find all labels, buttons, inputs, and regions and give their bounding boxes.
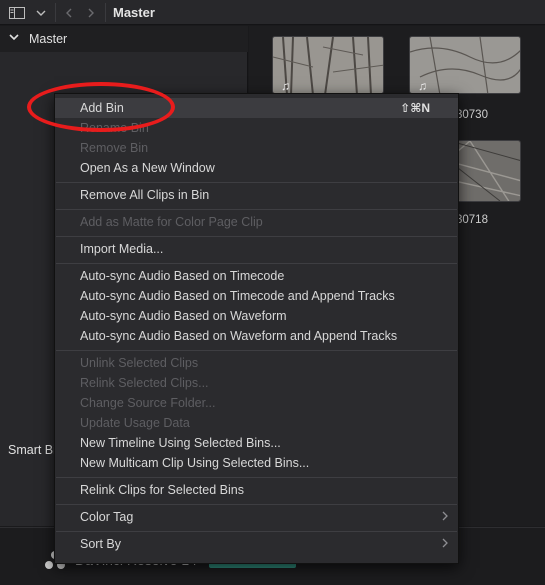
chevron-right-icon [88, 8, 94, 17]
forward-button[interactable] [82, 0, 100, 25]
clip-thumbnail[interactable]: ♫ [272, 36, 384, 94]
menu-item-label: Sort By [80, 537, 121, 551]
panel-toggle-button[interactable] [5, 0, 29, 25]
panel-dropdown-button[interactable] [32, 0, 50, 25]
menu-item-relink-selected-clips[interactable]: Relink Selected Clips... [55, 373, 458, 393]
bin-context-menu: Add Bin ⇧⌘N Rename Bin Remove Bin Open A… [54, 93, 459, 564]
menu-separator [56, 209, 457, 210]
chevron-down-icon [9, 34, 19, 41]
menu-item-remove-bin[interactable]: Remove Bin [55, 138, 458, 158]
menu-item-shortcut: ⇧⌘N [400, 101, 430, 115]
smart-bins-label[interactable]: Smart Bi [8, 443, 56, 457]
menu-item-autosync-timecode-append[interactable]: Auto-sync Audio Based on Timecode and Ap… [55, 286, 458, 306]
master-bin-row[interactable]: Master [0, 26, 248, 52]
bin-path-title: Master [113, 5, 155, 20]
menu-item-open-as-new-window[interactable]: Open As a New Window [55, 158, 458, 178]
menu-item-label: Color Tag [80, 510, 134, 524]
chevron-left-icon [66, 8, 72, 17]
sidebar-icon [9, 6, 25, 19]
menu-item-remove-all-clips[interactable]: Remove All Clips in Bin [55, 185, 458, 205]
audio-note-icon: ♫ [281, 79, 290, 93]
menu-item-label: Auto-sync Audio Based on Waveform and Ap… [80, 329, 398, 343]
clip-thumbnail[interactable]: ♫ [409, 36, 521, 94]
menu-item-label: Relink Clips for Selected Bins [80, 483, 244, 497]
menu-item-label: New Timeline Using Selected Bins... [80, 436, 281, 450]
clip-label: 30730 [456, 109, 488, 121]
audio-note-icon: ♫ [418, 79, 427, 93]
menu-item-label: Auto-sync Audio Based on Timecode and Ap… [80, 289, 395, 303]
menu-item-label: Open As a New Window [80, 161, 215, 175]
master-bin-label: Master [29, 32, 68, 46]
menu-item-add-as-matte[interactable]: Add as Matte for Color Page Clip [55, 212, 458, 232]
menu-separator [56, 263, 457, 264]
menu-item-new-multicam-clip[interactable]: New Multicam Clip Using Selected Bins... [55, 453, 458, 473]
menu-item-add-bin[interactable]: Add Bin ⇧⌘N [55, 98, 458, 118]
menu-item-new-timeline[interactable]: New Timeline Using Selected Bins... [55, 433, 458, 453]
chevron-right-icon [442, 511, 448, 521]
menu-separator [56, 350, 457, 351]
menu-item-label: Auto-sync Audio Based on Timecode [80, 269, 285, 283]
menu-separator [56, 504, 457, 505]
menu-item-label: Import Media... [80, 242, 164, 256]
clip-label: 30718 [456, 214, 488, 226]
menu-item-rename-bin[interactable]: Rename Bin [55, 118, 458, 138]
chevron-right-icon [442, 538, 448, 548]
menu-item-label: Add as Matte for Color Page Clip [80, 215, 263, 229]
menu-item-update-usage-data[interactable]: Update Usage Data [55, 413, 458, 433]
menu-item-label: Remove All Clips in Bin [80, 188, 210, 202]
menu-item-label: Change Source Folder... [80, 396, 216, 410]
menu-item-unlink-selected-clips[interactable]: Unlink Selected Clips [55, 353, 458, 373]
menu-item-change-source-folder[interactable]: Change Source Folder... [55, 393, 458, 413]
top-bar: Master [0, 0, 545, 25]
menu-item-label: Update Usage Data [80, 416, 190, 430]
menu-item-label: Relink Selected Clips... [80, 376, 209, 390]
chevron-down-icon [36, 10, 46, 16]
menu-separator [56, 477, 457, 478]
menu-item-label: Unlink Selected Clips [80, 356, 199, 370]
menu-separator [56, 182, 457, 183]
menu-item-label: Remove Bin [80, 141, 149, 155]
menu-item-import-media[interactable]: Import Media... [55, 239, 458, 259]
menu-item-label: New Multicam Clip Using Selected Bins... [80, 456, 310, 470]
menu-item-label: Add Bin [80, 101, 124, 115]
menu-item-color-tag[interactable]: Color Tag [55, 507, 458, 527]
menu-item-autosync-timecode[interactable]: Auto-sync Audio Based on Timecode [55, 266, 458, 286]
menu-item-autosync-waveform[interactable]: Auto-sync Audio Based on Waveform [55, 306, 458, 326]
menu-item-label: Rename Bin [80, 121, 149, 135]
menu-separator [56, 236, 457, 237]
menu-item-sort-by[interactable]: Sort By [55, 534, 458, 554]
back-button[interactable] [60, 0, 78, 25]
menu-item-label: Auto-sync Audio Based on Waveform [80, 309, 287, 323]
menu-item-relink-clips-for-bins[interactable]: Relink Clips for Selected Bins [55, 480, 458, 500]
menu-separator [56, 531, 457, 532]
menu-item-autosync-waveform-append[interactable]: Auto-sync Audio Based on Waveform and Ap… [55, 326, 458, 346]
